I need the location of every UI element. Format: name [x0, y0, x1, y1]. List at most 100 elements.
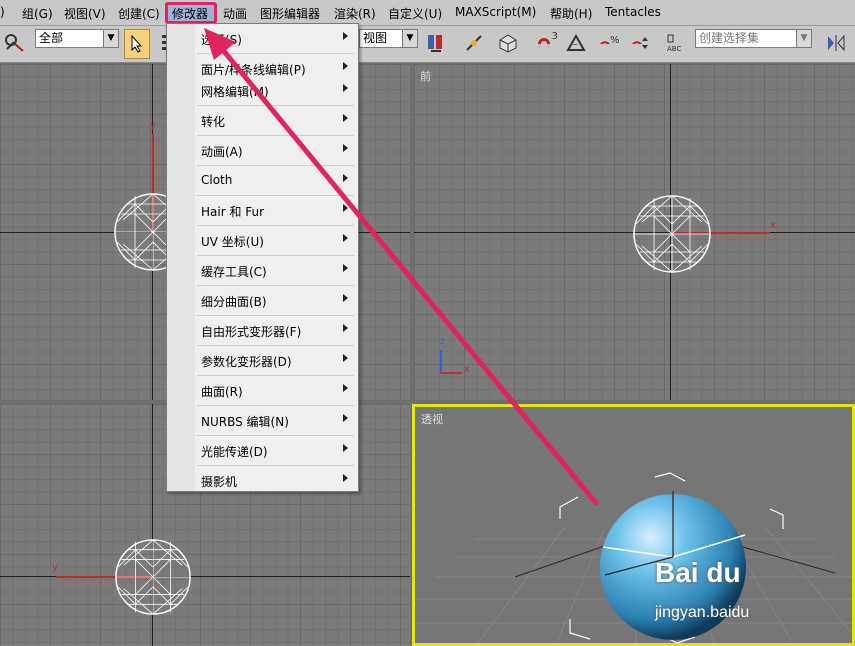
menu-item-rendering[interactable]: 渲染(R): [334, 5, 376, 22]
menu-item-label: 转化: [201, 115, 226, 129]
submenu-arrow-icon: [343, 474, 348, 482]
chevron-down-icon: ▼: [103, 30, 118, 47]
menu-separator: [197, 375, 354, 376]
menu-item-11[interactable]: 参数化变形器(D): [167, 346, 358, 376]
menu-item-customize[interactable]: 自定义(U): [388, 5, 442, 22]
menu-item-label: 网格编辑(M): [201, 85, 269, 99]
submenu-arrow-icon: [343, 384, 348, 392]
menu-item-label: 摄影机: [201, 475, 238, 489]
link-icon[interactable]: [3, 31, 27, 55]
menu-item-12[interactable]: 曲面(R): [167, 376, 358, 406]
menu-item-4[interactable]: 动画(A): [167, 136, 358, 166]
menu-separator: [197, 345, 354, 346]
snap-level-label: 3: [551, 31, 558, 42]
viewport-front[interactable]: 前 x z x: [414, 64, 855, 400]
menu-item-5[interactable]: Cloth: [167, 166, 358, 196]
perspective-scene: [415, 472, 852, 643]
mirror-icon[interactable]: [824, 31, 848, 55]
reference-coordinate-value: 视图: [363, 31, 388, 45]
submenu-arrow-icon: [343, 234, 348, 242]
submenu-arrow-icon: [343, 204, 348, 212]
x-axis-label: x: [770, 220, 776, 231]
menu-separator: [197, 105, 354, 106]
menu-separator: [197, 255, 354, 256]
menu-item-label: NURBS 编辑(N): [201, 415, 289, 429]
submenu-arrow-icon: [343, 354, 348, 362]
menu-item-10[interactable]: 自由形式变形器(F): [167, 316, 358, 346]
menu-item-partial[interactable]: ): [0, 5, 5, 19]
reference-coordinate-dropdown[interactable]: 视图 ▼: [359, 29, 418, 48]
keyboard-shortcut-override-icon[interactable]: [496, 31, 520, 55]
gizmo-x-axis: [440, 372, 462, 374]
menu-separator: [197, 285, 354, 286]
menu-item-view[interactable]: 视图(V): [64, 5, 106, 22]
menu-item-graph-editors[interactable]: 图形编辑器: [260, 5, 320, 22]
menu-separator: [197, 165, 354, 166]
menu-item-label: 缓存工具(C): [201, 265, 267, 279]
percent-snap-icon[interactable]: %: [596, 31, 620, 55]
menu-item-label: 自由形式变形器(F): [201, 325, 302, 339]
y-axis-label: y: [150, 120, 156, 131]
watermark-brand: Bai du: [655, 557, 741, 588]
submenu-arrow-icon: [343, 84, 348, 92]
selection-filter-dropdown[interactable]: 全部 ▼: [35, 29, 119, 48]
gizmo-x-label: x: [464, 364, 470, 375]
geosphere-wireframe[interactable]: [632, 194, 712, 274]
menu-item-7[interactable]: UV 坐标(U): [167, 226, 358, 256]
main-toolbar: 全部 ▼ 视图 ▼ 3 % ABC 创建选择集 ▼: [0, 26, 855, 63]
menu-item-maxscript[interactable]: MAXScript(M): [455, 5, 536, 19]
menu-item-label: Hair 和 Fur: [201, 205, 265, 219]
viewport-label-front: 前: [420, 70, 431, 83]
angle-snap-icon[interactable]: [564, 31, 588, 55]
geosphere-wireframe[interactable]: [114, 538, 192, 616]
menu-separator: [197, 315, 354, 316]
svg-text:%: %: [610, 35, 619, 46]
menu-item-animation[interactable]: 动画: [223, 5, 247, 22]
menu-item-6[interactable]: Hair 和 Fur: [167, 196, 358, 226]
menu-item-create[interactable]: 创建(C): [118, 5, 160, 22]
menu-item-label: Cloth: [201, 173, 233, 187]
menu-separator: [197, 435, 354, 436]
submenu-arrow-icon: [343, 444, 348, 452]
menu-item-13[interactable]: NURBS 编辑(N): [167, 406, 358, 436]
submenu-arrow-icon: [343, 414, 348, 422]
menu-item-modifiers[interactable]: 修改器: [172, 5, 208, 22]
menu-item-0[interactable]: 选择(S): [167, 24, 358, 54]
menu-item-3[interactable]: 转化: [167, 106, 358, 136]
submenu-arrow-icon: [343, 114, 348, 122]
gizmo-z-axis: [440, 350, 442, 372]
menu-item-2[interactable]: 网格编辑(M): [167, 76, 358, 106]
select-object-button[interactable]: [124, 29, 150, 59]
menu-item-9[interactable]: 细分曲面(B): [167, 286, 358, 316]
submenu-arrow-icon: [343, 264, 348, 272]
menu-separator: [197, 195, 354, 196]
menu-item-label: 曲面(R): [201, 385, 243, 399]
pivot-center-icon[interactable]: [424, 31, 448, 55]
menu-item-label: 细分曲面(B): [201, 295, 267, 309]
modifiers-menu: 选择(S) 面片/样条线编辑(P) 网格编辑(M) 转化 动画(A) Cloth Hair …: [166, 23, 359, 492]
submenu-arrow-icon: [343, 174, 348, 182]
named-selection-set-dropdown[interactable]: 创建选择集 ▼: [695, 29, 812, 48]
menu-bar: ) 组(G) 视图(V) 创建(C) 修改器 动画 图形编辑器 渲染(R) 自定…: [0, 0, 855, 26]
submenu-arrow-icon: [343, 324, 348, 332]
menu-item-8[interactable]: 缓存工具(C): [167, 256, 358, 286]
menu-item-15[interactable]: 摄影机: [167, 466, 358, 496]
submenu-arrow-icon: [343, 144, 348, 152]
menu-item-label: 参数化变形器(D): [201, 355, 292, 369]
selection-filter-value: 全部: [39, 31, 64, 45]
snap-toggle-icon[interactable]: 3: [530, 31, 558, 55]
select-and-manipulate-icon[interactable]: [462, 31, 486, 55]
submenu-arrow-icon: [343, 62, 348, 70]
menu-item-tentacles[interactable]: Tentacles: [605, 5, 661, 19]
viewport-perspective[interactable]: 透视 Bai du jingyan.baidu: [412, 404, 855, 646]
menu-item-label: UV 坐标(U): [201, 235, 264, 249]
chevron-down-icon: ▼: [402, 30, 417, 47]
menu-item-label: 动画(A): [201, 145, 243, 159]
menu-item-group[interactable]: 组(G): [22, 5, 53, 22]
edit-named-selection-icon[interactable]: ABC: [664, 31, 688, 55]
chevron-down-icon: ▼: [796, 30, 811, 47]
spinner-snap-icon[interactable]: [628, 31, 652, 55]
watermark-url: jingyan.baidu: [655, 604, 750, 621]
menu-item-help[interactable]: 帮助(H): [550, 5, 592, 22]
menu-item-14[interactable]: 光能传递(D): [167, 436, 358, 466]
